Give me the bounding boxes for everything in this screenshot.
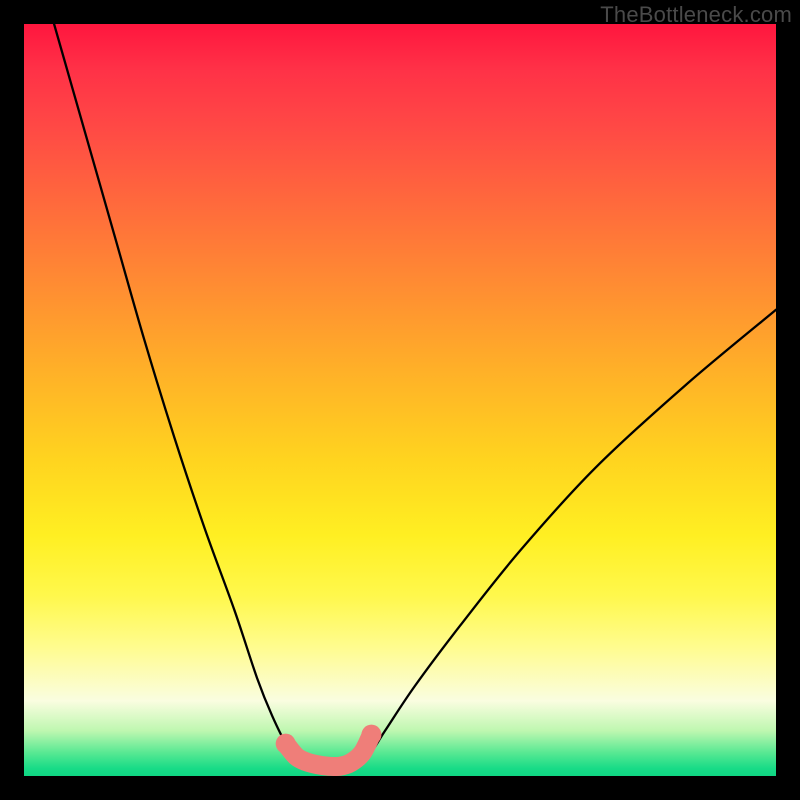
bottleneck-curve-path	[54, 24, 776, 767]
chart-svg	[24, 24, 776, 776]
trough-marker-stroke	[286, 735, 372, 767]
watermark-text: TheBottleneck.com	[600, 2, 792, 28]
trough-marker-group	[276, 725, 382, 767]
plot-area	[24, 24, 776, 776]
trough-marker-dot	[276, 734, 296, 754]
trough-marker-dot	[361, 725, 381, 745]
